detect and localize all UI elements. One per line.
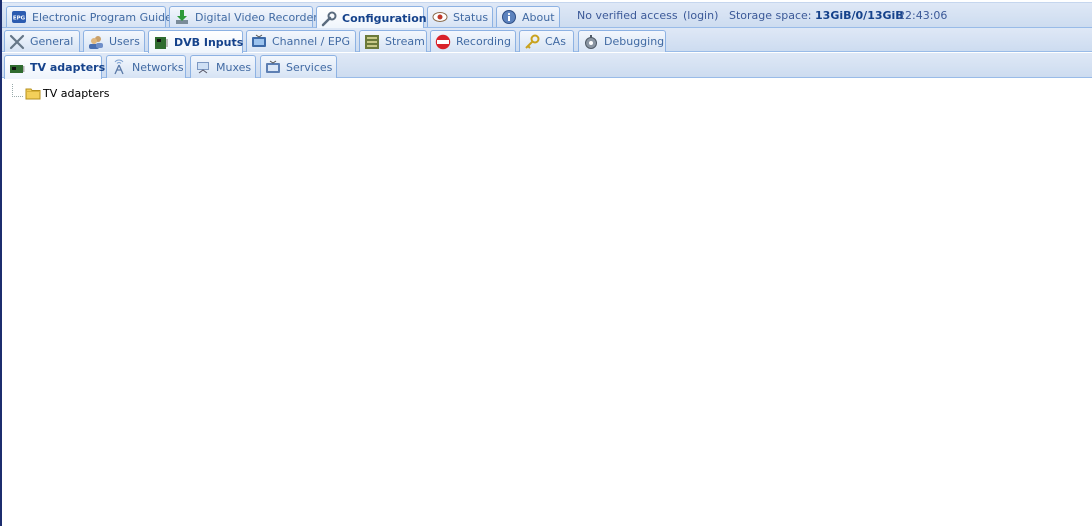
debug-icon xyxy=(583,34,599,50)
tab-cas[interactable]: CAs xyxy=(519,30,574,52)
info-icon xyxy=(501,9,517,25)
tab-label: About xyxy=(522,10,555,24)
tab-muxes[interactable]: Muxes xyxy=(190,55,256,78)
tab-label: General xyxy=(30,35,74,48)
stream-icon xyxy=(364,34,380,50)
tab-digital-video-recorder[interactable]: Digital Video Recorder xyxy=(169,6,318,27)
dvr-download-icon xyxy=(174,9,190,25)
main-tab-bar: EPG Electronic Program Guide Digital Vid… xyxy=(2,2,1092,30)
antenna-icon xyxy=(111,59,127,75)
rec-icon xyxy=(435,34,451,50)
tab-label: Recording xyxy=(456,35,512,48)
tab-label: Electronic Program Guide xyxy=(32,10,172,24)
storage-space: Storage space: 13GiB/0/13GiB xyxy=(729,9,904,22)
tv-adapters-tree: TV adapters xyxy=(12,83,110,102)
tab-status[interactable]: Status xyxy=(427,6,493,27)
users-icon xyxy=(88,34,104,50)
tab-debugging[interactable]: Debugging xyxy=(578,30,666,52)
tab-channel-epg[interactable]: Channel / EPG xyxy=(246,30,356,52)
app-frame xyxy=(0,0,1092,526)
key-icon xyxy=(524,34,540,50)
eye-icon xyxy=(432,9,448,25)
tab-label: Status xyxy=(453,10,489,24)
config-tab-bar: General Users DVB Inputs Channel / EPG S… xyxy=(2,28,1092,54)
tab-electronic-program-guide[interactable]: EPG Electronic Program Guide xyxy=(6,6,172,27)
wrench-icon xyxy=(321,11,337,27)
login-link[interactable]: (login) xyxy=(683,9,718,22)
tab-networks[interactable]: Networks xyxy=(106,55,186,78)
tv-icon xyxy=(251,34,267,50)
services-icon xyxy=(265,59,281,75)
tab-label: Channel / EPG xyxy=(272,35,350,48)
tab-configuration[interactable]: Configuration xyxy=(316,6,427,30)
mux-icon xyxy=(195,59,211,75)
access-status: No verified access xyxy=(577,9,678,22)
tab-dvb-inputs[interactable]: DVB Inputs xyxy=(148,30,243,54)
tab-label: Digital Video Recorder xyxy=(195,10,318,24)
tab-stream[interactable]: Stream xyxy=(359,30,427,52)
tab-label: CAs xyxy=(545,35,566,48)
tab-label: DVB Inputs xyxy=(174,36,244,49)
tab-label: Users xyxy=(109,35,140,48)
tv-adapter-icon xyxy=(9,60,25,76)
epg-icon: EPG xyxy=(11,9,27,25)
tab-label: Configuration xyxy=(342,12,427,25)
clock: 22:43:06 xyxy=(898,9,948,22)
folder-icon xyxy=(25,85,41,101)
tree-node-tv-adapters[interactable]: TV adapters xyxy=(43,87,110,100)
svg-text:EPG: EPG xyxy=(13,16,26,22)
tab-recording[interactable]: Recording xyxy=(430,30,516,52)
tab-label: Debugging xyxy=(604,35,665,48)
dvb-tab-bar: TV adapters Networks Muxes Services xyxy=(2,53,1092,79)
tab-about[interactable]: About xyxy=(496,6,560,27)
tab-users[interactable]: Users xyxy=(83,30,145,52)
tree-connector xyxy=(12,83,23,97)
tab-label: TV adapters xyxy=(30,61,106,74)
tab-services[interactable]: Services xyxy=(260,55,337,78)
tab-label: Services xyxy=(286,60,333,74)
storage-label: Storage space: xyxy=(729,9,812,22)
tab-label: Networks xyxy=(132,60,184,74)
tools-icon xyxy=(9,34,25,50)
tab-label: Stream xyxy=(385,35,425,48)
dvb-card-icon xyxy=(153,35,169,51)
tab-label: Muxes xyxy=(216,60,252,74)
storage-value: 13GiB/0/13GiB xyxy=(815,9,904,22)
tab-general[interactable]: General xyxy=(4,30,80,52)
tab-tv-adapters[interactable]: TV adapters xyxy=(4,55,106,79)
